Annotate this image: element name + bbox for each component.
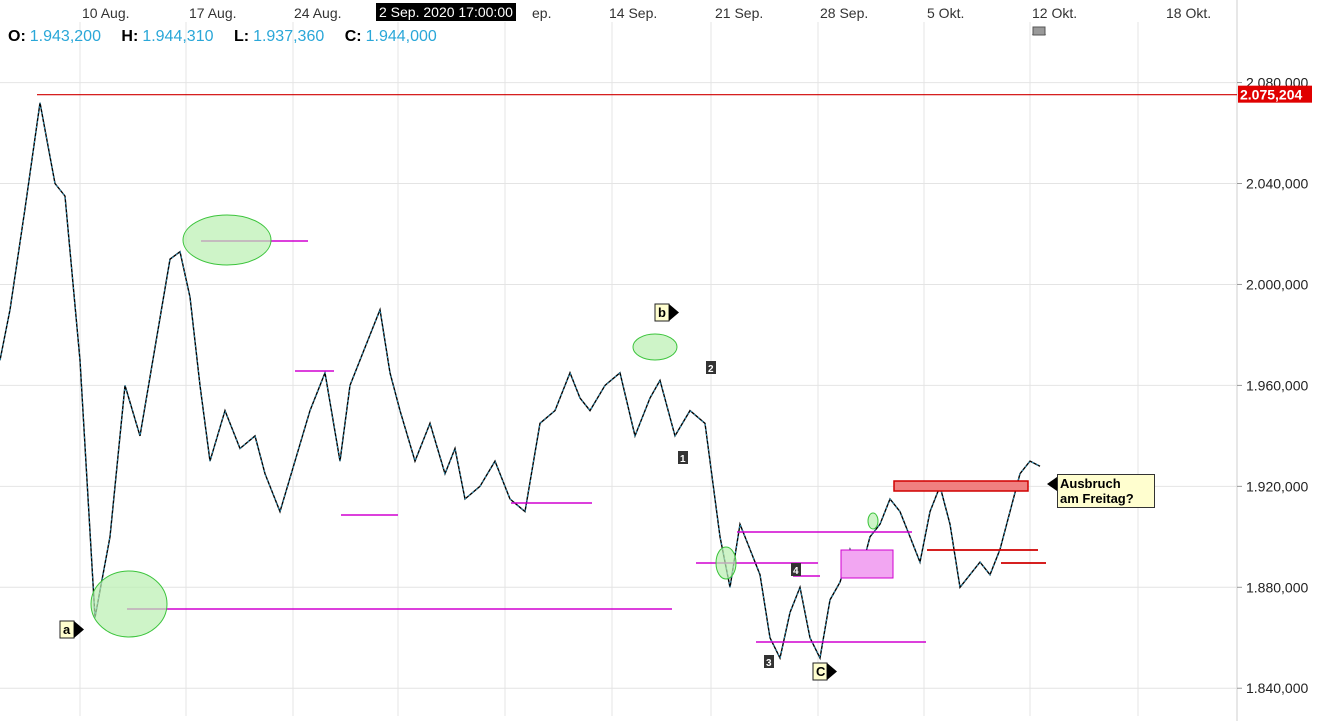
breakout-zone — [893, 480, 1029, 492]
ellipse-22sep — [715, 546, 737, 580]
wave-label-c: C — [816, 664, 826, 679]
y-tick-label-2: 2.000,000 — [1246, 276, 1308, 292]
low-value: 1.937,360 — [253, 28, 325, 45]
low-label: L: — [233, 28, 250, 45]
high-label: H: — [121, 28, 139, 45]
x-tick-label-0: 10 Aug. — [82, 5, 130, 21]
x-tick-label-8: 12 Okt. — [1032, 5, 1077, 21]
wave-label-b: b — [658, 305, 666, 320]
x-tick-label-4: 14 Sep. — [609, 5, 657, 21]
x-tick-label-6: 28 Sep. — [820, 5, 868, 21]
chart-svg: 10 Aug. 17 Aug. 24 Aug. 14 Sep. 21 Sep. 28 Se… — [0, 0, 1339, 721]
x-tick-label-partial: ep. — [532, 5, 551, 21]
close-label: C: — [344, 28, 362, 45]
ellipse-a — [90, 570, 168, 638]
wave-label-4: 4 — [793, 566, 799, 577]
wave-label-b-arrow — [669, 304, 679, 321]
chart: 10 Aug. 17 Aug. 24 Aug. 14 Sep. 21 Sep. 28 Se… — [0, 0, 1339, 721]
y-tick-label-1: 2.040,000 — [1246, 176, 1308, 192]
x-tick-label-7: 5 Okt. — [927, 5, 964, 21]
ellipse-17aug — [182, 214, 272, 266]
annotation-box: Ausbruch am Freitag? — [1057, 474, 1155, 508]
x-tick-label-9: 18 Okt. — [1166, 5, 1211, 21]
cursor-time-label: 2 Sep. 2020 17:00:00 — [376, 3, 516, 21]
scroll-marker-box — [1032, 26, 1046, 36]
y-tick-label-5: 1.880,000 — [1246, 579, 1308, 595]
open-value: 1.943,200 — [29, 28, 101, 45]
annotation-line-2: am Freitag? — [1060, 491, 1134, 506]
ellipse-small — [867, 512, 879, 530]
close-value: 1.944,000 — [365, 28, 437, 45]
ellipse-b — [632, 333, 678, 361]
pink-zone — [840, 549, 894, 579]
x-tick-label-5: 21 Sep. — [715, 5, 763, 21]
wave-label-1: 1 — [680, 454, 686, 465]
open-label: O: — [8, 28, 26, 45]
x-tick-label-1: 17 Aug. — [189, 5, 237, 21]
resistance-price-label: 2.075,204 — [1240, 87, 1302, 103]
wave-label-2: 2 — [708, 364, 714, 375]
wave-label-3: 3 — [766, 658, 772, 669]
annotation-line-1: Ausbruch — [1060, 476, 1121, 491]
wave-label-a: a — [63, 622, 71, 637]
y-tick-label-6: 1.840,000 — [1246, 680, 1308, 696]
annotation-arrow — [1047, 477, 1057, 491]
x-tick-label-2: 24 Aug. — [294, 5, 342, 21]
y-tick-label-4: 1.920,000 — [1246, 478, 1308, 494]
wave-label-c-arrow — [827, 663, 837, 680]
y-axis-panel — [1237, 0, 1339, 721]
wave-label-a-arrow — [74, 621, 84, 638]
y-tick-label-3: 1.960,000 — [1246, 377, 1308, 393]
ohlc-readout: O: 1.943,200 H: 1.944,310 L: 1.937,360 C: 1.… — [8, 28, 453, 46]
high-value: 1.944,310 — [142, 28, 214, 45]
